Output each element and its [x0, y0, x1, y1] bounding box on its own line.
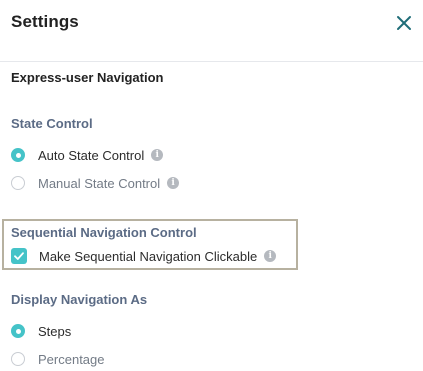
display-navigation-label: Display Navigation As: [11, 292, 148, 307]
settings-panel: Settings Express-user Navigation State C…: [0, 0, 423, 371]
close-icon[interactable]: [396, 15, 412, 31]
info-icon[interactable]: i: [151, 149, 164, 161]
steps-radio[interactable]: [11, 324, 25, 338]
panel-title: Settings: [11, 12, 79, 31]
manual-state-control-radio[interactable]: [11, 176, 25, 190]
sequential-navigation-clickable-option[interactable]: Make Sequential Navigation Clickable i: [11, 247, 277, 265]
auto-state-control-radio[interactable]: [11, 148, 25, 162]
section-title: Express-user Navigation: [11, 70, 164, 85]
auto-state-control-option[interactable]: Auto State Control i: [11, 146, 164, 164]
manual-state-control-option[interactable]: Manual State Control i: [11, 174, 180, 192]
sequential-navigation-checkbox-label: Make Sequential Navigation Clickable: [39, 248, 258, 264]
percentage-radio[interactable]: [11, 352, 25, 366]
sequential-navigation-checkbox[interactable]: [11, 248, 27, 264]
info-icon[interactable]: i: [167, 177, 180, 189]
percentage-option[interactable]: Percentage: [11, 350, 105, 368]
info-icon[interactable]: i: [264, 250, 277, 262]
steps-option[interactable]: Steps: [11, 322, 71, 340]
auto-state-control-label: Auto State Control: [38, 147, 145, 163]
steps-label: Steps: [38, 323, 72, 339]
state-control-label: State Control: [11, 116, 93, 131]
settings-header: Settings: [0, 0, 423, 62]
percentage-label: Percentage: [38, 351, 105, 367]
sequential-navigation-label: Sequential Navigation Control: [11, 225, 197, 240]
manual-state-control-label: Manual State Control: [38, 175, 161, 191]
check-icon: [14, 252, 24, 260]
